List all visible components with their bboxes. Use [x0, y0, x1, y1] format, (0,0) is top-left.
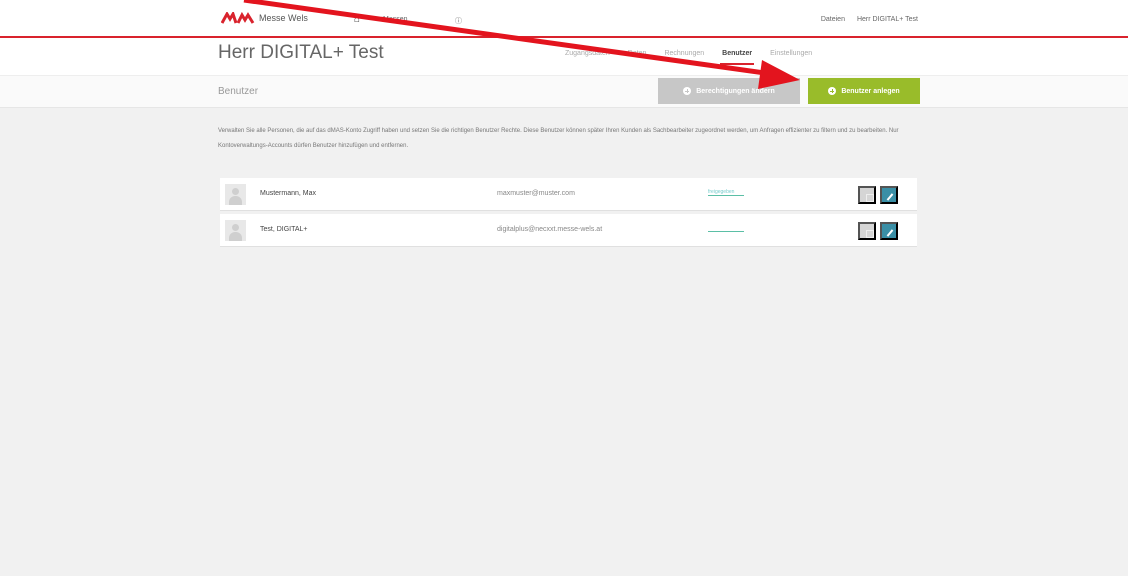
section-header: Benutzer Berechtigungen ändern Benutzer …	[0, 75, 1128, 108]
add-user-button[interactable]: Benutzer anlegen	[808, 78, 920, 104]
user-list: Mustermann, Max maxmuster@muster.com fre…	[220, 178, 917, 250]
user-name: Test, DIGITAL+	[260, 226, 308, 233]
permissions-icon[interactable]	[858, 186, 876, 204]
tab-einstellungen[interactable]: Einstellungen	[770, 50, 812, 65]
permissions-button-label: Berechtigungen ändern	[696, 87, 775, 95]
tab-rechnungen[interactable]: Rechnungen	[664, 50, 704, 65]
section-description: Verwalten Sie alle Personen, die auf das…	[218, 128, 899, 149]
home-icon[interactable]: ⌂	[354, 14, 360, 25]
top-navbar: Messe Wels ⌂ Messen ⓘ Dateien Herr DIGIT…	[0, 0, 1128, 36]
user-email: digitalplus@necxxt.messe-wels.at	[497, 226, 603, 233]
nav-right: Dateien Herr DIGITAL+ Test	[821, 16, 918, 23]
page-header: Herr DIGITAL+ Test Zugangsdaten Daten Re…	[0, 38, 1128, 75]
nav-messen[interactable]: Messen	[383, 16, 408, 23]
tab-zugangsdaten[interactable]: Zugangsdaten	[565, 50, 610, 65]
edit-icon[interactable]	[880, 186, 898, 204]
add-user-button-label: Benutzer anlegen	[841, 87, 900, 95]
avatar-icon	[225, 184, 246, 205]
permissions-button[interactable]: Berechtigungen ändern	[658, 78, 800, 104]
user-row: Test, DIGITAL+ digitalplus@necxxt.messe-…	[220, 214, 917, 247]
tab-benutzer[interactable]: Benutzer	[720, 50, 755, 65]
section-title: Benutzer	[218, 86, 259, 97]
user-row: Mustermann, Max maxmuster@muster.com fre…	[220, 178, 917, 211]
messe-wels-logo[interactable]: Messe Wels	[221, 12, 308, 24]
tab-daten[interactable]: Daten	[628, 50, 647, 65]
logo-text: Messe Wels	[259, 13, 308, 23]
mw-logo-icon	[221, 12, 255, 24]
plus-circle-icon	[828, 87, 837, 95]
nav-info[interactable]: ⓘ	[455, 16, 462, 26]
user-menu[interactable]: Herr DIGITAL+ Test	[857, 16, 918, 23]
user-email: maxmuster@muster.com	[497, 190, 575, 197]
plus-circle-icon	[683, 87, 692, 95]
nav-dateien[interactable]: Dateien	[821, 16, 845, 23]
edit-icon[interactable]	[880, 222, 898, 240]
permissions-icon[interactable]	[858, 222, 876, 240]
tab-bar: Zugangsdaten Daten Rechnungen Benutzer E…	[565, 50, 812, 65]
user-name: Mustermann, Max	[260, 190, 317, 197]
avatar-icon	[225, 220, 246, 241]
status-indicator	[708, 195, 744, 196]
page-title: Herr DIGITAL+ Test	[218, 42, 384, 63]
status-indicator	[708, 231, 744, 232]
